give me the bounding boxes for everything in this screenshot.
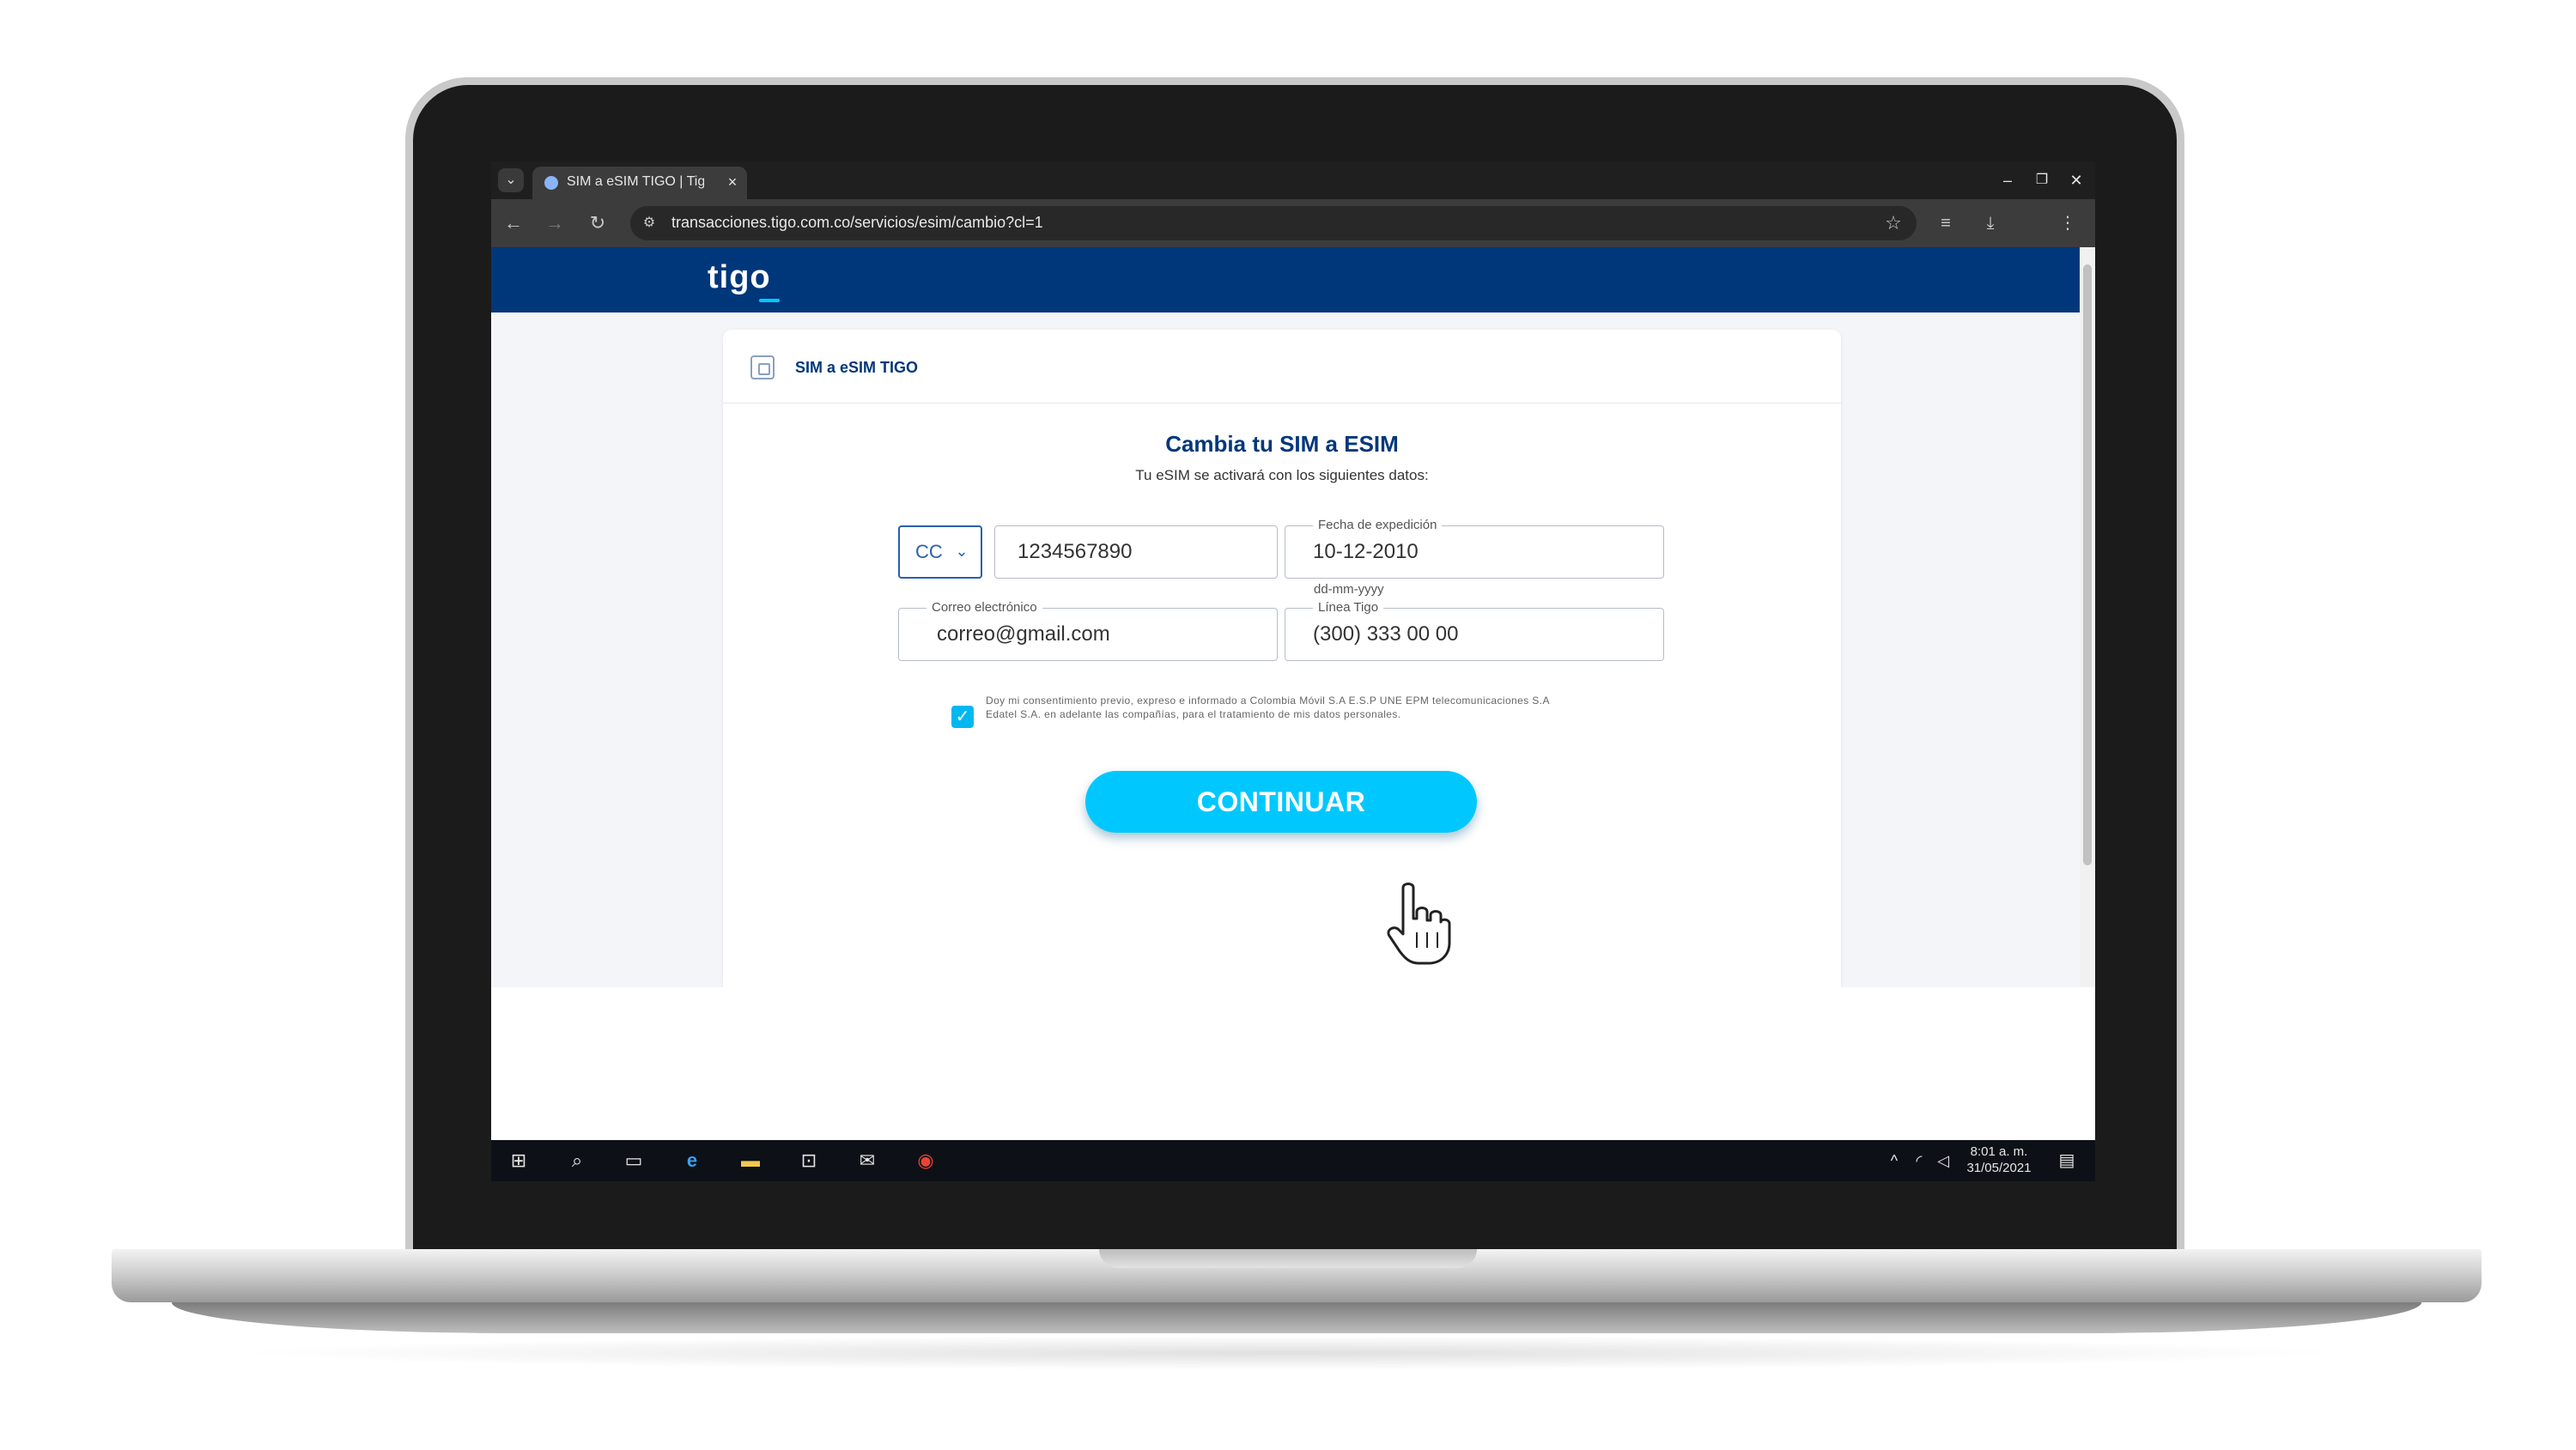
tray-chevron-up-icon[interactable]: ^ — [1884, 1149, 1905, 1173]
chrome-icon[interactable]: ◉ — [910, 1147, 941, 1174]
file-explorer-icon[interactable]: ▬ — [735, 1147, 766, 1174]
network-icon[interactable]: ◜ — [1908, 1149, 1930, 1173]
esim-form-card: SIM a eSIM TIGO Cambia tu SIM a ESIM Tu … — [723, 330, 1841, 987]
windows-start-icon[interactable]: ⊞ — [503, 1147, 534, 1174]
restore-icon[interactable]: ❐ — [2025, 168, 2059, 192]
browser-toolbar: ← → ↻ ⚙ transacciones.tigo.com.co/servic… — [491, 199, 2095, 247]
browser-menu-icon[interactable]: ⋮ — [2054, 209, 2081, 237]
task-view-icon[interactable]: ▭ — [618, 1147, 649, 1174]
reading-list-icon[interactable]: ≡ — [1932, 209, 1959, 237]
tigo-line-input[interactable]: Línea Tigo (300) 333 00 00 — [1285, 600, 1664, 661]
consent-text: Doy mi consentimiento previo, expreso e … — [986, 695, 1550, 720]
minimize-icon[interactable]: – — [1990, 168, 2025, 192]
back-arrow-icon[interactable]: ← — [500, 209, 527, 237]
consent-checkbox[interactable]: ✓ — [951, 706, 974, 728]
sim-card-icon — [750, 355, 775, 379]
windows-taskbar: ⊞ ⌕ ▭ e ▬ ⊡ ✉ ◉ ^ ◜ ◁ 8:01 a. m. 31/05/2… — [491, 1140, 2095, 1181]
address-bar[interactable]: ⚙ transacciones.tigo.com.co/servicios/es… — [630, 206, 1917, 240]
tigo-line-value: (300) 333 00 00 — [1313, 622, 1459, 646]
document-type-select[interactable]: CC ⌄ — [898, 525, 982, 579]
continue-button[interactable]: CONTINUAR — [1085, 771, 1477, 833]
download-icon[interactable]: ⤓ — [1977, 209, 2004, 237]
email-value: correo@gmail.com — [937, 622, 1110, 646]
site-info-icon[interactable]: ⚙ — [641, 215, 658, 232]
issue-date-value: 10-12-2010 — [1313, 540, 1419, 563]
issue-date-input[interactable]: Fecha de expedición 10-12-2010 — [1285, 518, 1664, 579]
web-page: tigo SIM a eSIM TIGO Cambia tu SIM a ESI… — [491, 247, 2080, 987]
taskbar-clock[interactable]: 8:01 a. m. 31/05/2021 — [1956, 1144, 2042, 1178]
date-format-hint: dd-mm-yyyy — [1314, 582, 1384, 597]
tab-esim[interactable]: SIM a eSIM TIGO | Tig × — [532, 167, 747, 199]
document-number-input[interactable]: 1234567890 — [994, 525, 1278, 579]
reload-icon[interactable]: ↻ — [584, 209, 611, 237]
volume-icon[interactable]: ◁ — [1932, 1149, 1954, 1173]
clock-time: 8:01 a. m. — [1970, 1144, 2028, 1159]
screen: ⌄ SIM a eSIM TIGO | Tig × – ❐ ✕ ← → ↻ ⚙ … — [491, 161, 2095, 1181]
issue-date-label: Fecha de expedición — [1313, 518, 1443, 533]
tigo-logo[interactable]: tigo — [708, 259, 785, 299]
hand-cursor-icon — [1387, 883, 1451, 965]
url-text: transacciones.tigo.com.co/servicios/esim… — [671, 214, 1043, 231]
form-subtitle: Tu eSIM se activará con los siguientes d… — [1135, 467, 1429, 483]
email-input[interactable]: Correo electrónico correo@gmail.com — [898, 600, 1278, 661]
chevron-down-icon: ⌄ — [955, 543, 969, 560]
tigo-line-label: Línea Tigo — [1313, 600, 1384, 616]
tab-search-button[interactable]: ⌄ — [498, 168, 524, 192]
laptop-shadow — [223, 1336, 2353, 1370]
bookmark-star-icon[interactable]: ☆ — [1882, 212, 1905, 234]
card-header: SIM a eSIM TIGO — [723, 330, 1841, 403]
page-scrollbar[interactable] — [2080, 247, 2095, 987]
scroll-thumb[interactable] — [2083, 264, 2092, 865]
form-title: Cambia tu SIM a ESIM — [1165, 431, 1399, 457]
forward-arrow-icon[interactable]: → — [541, 209, 568, 237]
document-type-value: CC — [915, 541, 943, 562]
tigo-favicon-icon — [544, 176, 558, 190]
blank-area — [491, 987, 2095, 1140]
store-icon[interactable]: ⊡ — [793, 1147, 824, 1174]
laptop-notch — [1099, 1249, 1477, 1268]
window-close-icon[interactable]: ✕ — [2059, 168, 2093, 192]
logo-accent — [759, 299, 780, 302]
search-icon[interactable]: ⌕ — [562, 1147, 592, 1174]
card-title: SIM a eSIM TIGO — [795, 359, 919, 376]
tab-title: SIM a eSIM TIGO | Tig — [567, 174, 704, 189]
clock-date: 31/05/2021 — [1966, 1161, 2032, 1175]
email-label: Correo electrónico — [927, 600, 1042, 616]
notification-center-icon[interactable]: ▤ — [2054, 1149, 2080, 1173]
site-header: tigo — [491, 247, 2080, 312]
mail-icon[interactable]: ✉ — [852, 1147, 883, 1174]
laptop-base-under — [172, 1302, 2421, 1333]
browser-tabstrip: ⌄ SIM a eSIM TIGO | Tig × – ❐ ✕ — [491, 161, 2095, 199]
close-tab-icon[interactable]: × — [723, 173, 742, 191]
edge-browser-icon[interactable]: e — [677, 1147, 708, 1174]
